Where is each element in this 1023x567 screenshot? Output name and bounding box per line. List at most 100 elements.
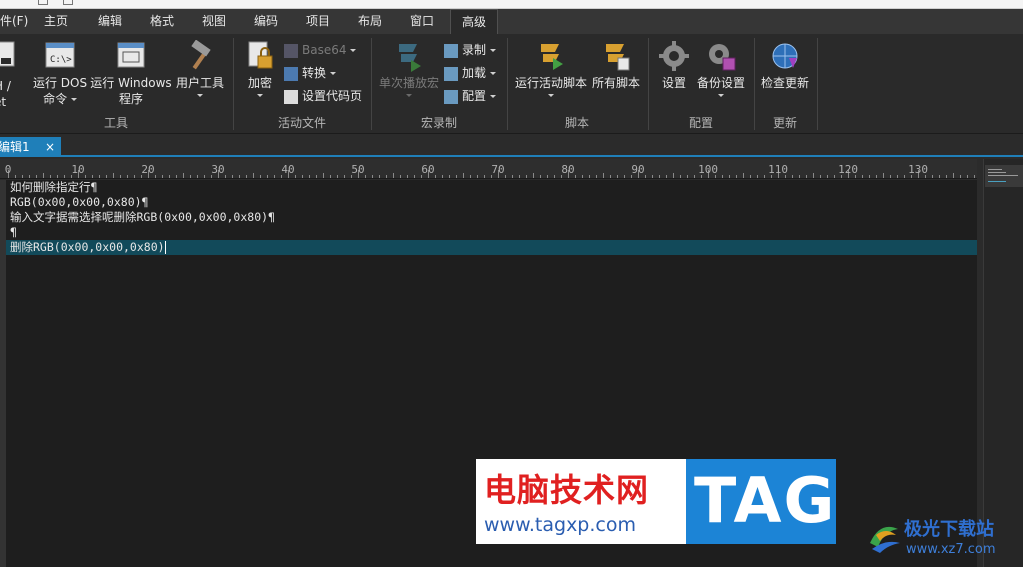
- ruler-tick: [750, 175, 751, 178]
- play-macro-once-button[interactable]: 单次播放宏: [376, 40, 442, 99]
- user-tools-button[interactable]: 用户工具: [172, 39, 228, 99]
- ruler-tick: [274, 175, 275, 178]
- check-updates-button[interactable]: 检查更新: [758, 40, 812, 91]
- ruler-tick: [267, 175, 268, 178]
- set-codepage-button[interactable]: 设置代码页: [284, 86, 362, 106]
- chevron-down-icon: [406, 94, 412, 97]
- menu-window[interactable]: 窗口: [400, 9, 444, 34]
- backup-settings-button[interactable]: 备份设置: [694, 40, 748, 99]
- editor-line: 输入文字据需选择呢删除RGB(0x00,0x00,0x80)¶: [10, 210, 275, 224]
- base64-label: Base64: [302, 43, 347, 57]
- windows-label-2: 程序: [118, 92, 143, 106]
- ruler-tick: [659, 175, 660, 178]
- update-group-label: 更新: [772, 116, 797, 130]
- ruler-tick: [372, 175, 373, 178]
- chevron-down-icon: [257, 94, 263, 97]
- editor-line-current: 删除RGB(0x00,0x00,0x80): [10, 240, 166, 255]
- ruler-tick: [435, 175, 436, 178]
- ruler-tick: [792, 175, 793, 178]
- ruler-tick: [15, 175, 16, 178]
- gear-backup-icon: [709, 44, 736, 71]
- menu-encoding[interactable]: 编码: [244, 9, 288, 34]
- check-updates-label: 检查更新: [760, 76, 809, 90]
- menu-project[interactable]: 项目: [296, 9, 340, 34]
- minimap[interactable]: [983, 159, 1023, 567]
- record-macro-button[interactable]: 录制: [444, 40, 496, 60]
- ruler-tick: [722, 175, 723, 178]
- partial-tool-button[interactable]: H / et: [0, 40, 20, 109]
- load-label: 加载: [462, 66, 487, 80]
- quick-access-icon[interactable]: [63, 0, 73, 5]
- svg-text:C:\>: C:\>: [50, 55, 72, 65]
- ruler-tick: [533, 173, 534, 178]
- ruler-tick: [225, 175, 226, 178]
- ruler-tick: [183, 173, 184, 178]
- window-program-icon: [117, 42, 145, 68]
- menu-advanced[interactable]: 高级: [450, 9, 498, 34]
- ruler-tick: [869, 175, 870, 178]
- ruler: 0 10 20 30 40 50 60 70 80 90 100 110 120 130: [0, 159, 980, 179]
- encrypt-label: 加密: [247, 76, 272, 90]
- ruler-tick: [820, 175, 821, 178]
- menu-layout[interactable]: 布局: [348, 9, 392, 34]
- menu-edit[interactable]: 编辑: [88, 9, 132, 34]
- ruler-tick: [85, 175, 86, 178]
- ruler-tick: [337, 175, 338, 178]
- ruler-tick: [932, 175, 933, 178]
- ribbon: H / et C:\> 运行 DOS 命令 运行 Windows 程序 用户工具…: [0, 34, 1023, 134]
- ruler-label: 0: [4, 163, 12, 176]
- ruler-tick: [113, 173, 114, 178]
- menu-format[interactable]: 格式: [140, 9, 184, 34]
- editor-line: 如何删除指定行¶: [10, 180, 98, 194]
- menu-home[interactable]: 主页: [34, 9, 78, 34]
- settings-button[interactable]: 设置: [654, 40, 694, 91]
- ruler-tick: [477, 175, 478, 178]
- ruler-tick: [36, 175, 37, 178]
- ruler-tick: [253, 173, 254, 178]
- ruler-tick: [624, 175, 625, 178]
- windows-label: 运行 Windows: [90, 76, 172, 90]
- chevron-down-icon: [489, 72, 496, 75]
- run-active-script-button[interactable]: 运行活动脚本: [512, 40, 590, 99]
- quick-access-icon[interactable]: [38, 0, 48, 5]
- base64-button[interactable]: Base64: [284, 40, 357, 60]
- ruler-tick: [43, 173, 44, 178]
- document-tab-label: 编辑1: [0, 140, 30, 154]
- macro-config-button[interactable]: 配置: [444, 86, 496, 106]
- ruler-tick: [344, 175, 345, 178]
- load-macro-button[interactable]: 加载: [444, 63, 496, 83]
- ruler-tick: [162, 175, 163, 178]
- ruler-tick: [764, 175, 765, 178]
- chevron-down-icon: [489, 49, 496, 52]
- ruler-label: 60: [421, 163, 435, 176]
- run-dos-command-button[interactable]: C:\> 运行 DOS 命令: [30, 40, 90, 107]
- backup-settings-label: 备份设置: [696, 76, 745, 90]
- ruler-tick: [463, 173, 464, 178]
- run-windows-program-button[interactable]: 运行 Windows 程序: [90, 40, 172, 107]
- ruler-label: 120: [838, 163, 858, 176]
- dos-label-2: 命令: [43, 92, 68, 106]
- close-icon[interactable]: ×: [45, 137, 55, 157]
- ruler-tick: [806, 175, 807, 178]
- ruler-tick: [617, 175, 618, 178]
- ruler-tick: [652, 175, 653, 178]
- ruler-tick: [582, 175, 583, 178]
- ruler-tick: [246, 175, 247, 178]
- ruler-tick: [393, 173, 394, 178]
- ruler-tick: [99, 175, 100, 178]
- aurora-logo-icon: [870, 526, 900, 553]
- ruler-tick: [757, 175, 758, 178]
- menu-bar: 件(F) 主页 编辑 格式 视图 编码 项目 布局 窗口 高级: [0, 9, 1023, 34]
- all-scripts-button[interactable]: 所有脚本: [590, 40, 642, 91]
- all-scripts-label: 所有脚本: [591, 76, 640, 90]
- ruler-tick: [743, 173, 744, 178]
- ruler-label: 10: [71, 163, 85, 176]
- ruler-tick: [92, 175, 93, 178]
- document-tab[interactable]: 编辑1 ×: [0, 137, 61, 157]
- menu-view[interactable]: 视图: [192, 9, 236, 34]
- menu-file[interactable]: 件(F): [0, 9, 28, 34]
- ruler-tick: [554, 175, 555, 178]
- convert-button[interactable]: 转换: [284, 63, 336, 83]
- ruler-tick: [29, 175, 30, 178]
- encrypt-button[interactable]: 加密: [240, 40, 280, 99]
